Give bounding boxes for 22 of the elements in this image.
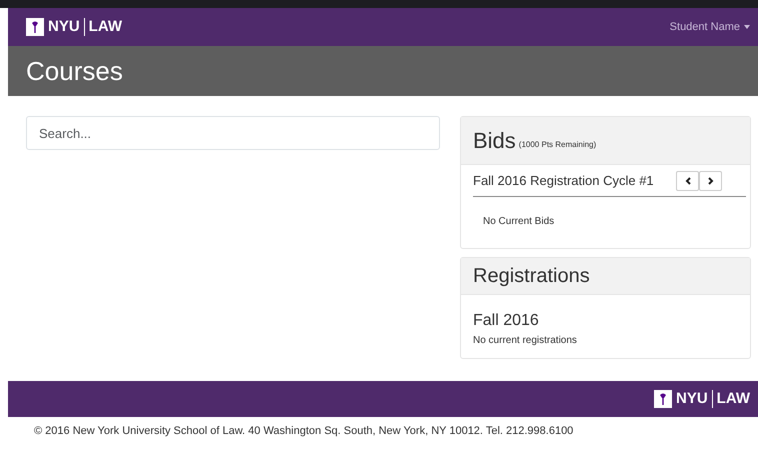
torch-logo-icon: [26, 18, 44, 36]
term-heading: Fall 2016: [473, 311, 540, 331]
caret-icon: [744, 25, 750, 29]
chevron-left-icon: [684, 176, 690, 184]
logo-text: NYU: [676, 388, 708, 409]
cycle-label: Fall 2016 Registration Cycle #1: [473, 172, 654, 190]
panel-title: Registrations: [473, 264, 590, 289]
copyright-text: © 2016 New York University School of Law. 40 Washington Sq. South, New York, NY 10012. Tel. 212.998.6100: [34, 425, 574, 437]
user-menu[interactable]: Student Name: [670, 18, 740, 36]
torch-logo-icon: [654, 390, 672, 408]
logo-text: LAW: [88, 16, 122, 37]
page-title: Courses: [26, 54, 123, 88]
chevron-right-icon: [708, 176, 714, 184]
logo-text: NYU: [48, 16, 80, 37]
empty-message: No current registrations: [473, 334, 578, 348]
panel-title: Bids: [473, 127, 516, 155]
logo-text: LAW: [716, 388, 750, 409]
points-remaining: (1000 Pts Remaining): [518, 138, 596, 150]
previous-button[interactable]: [676, 170, 699, 190]
next-button[interactable]: [699, 170, 722, 190]
empty-message: No Current Bids: [483, 216, 554, 227]
search-field[interactable]: Search...: [26, 116, 440, 150]
